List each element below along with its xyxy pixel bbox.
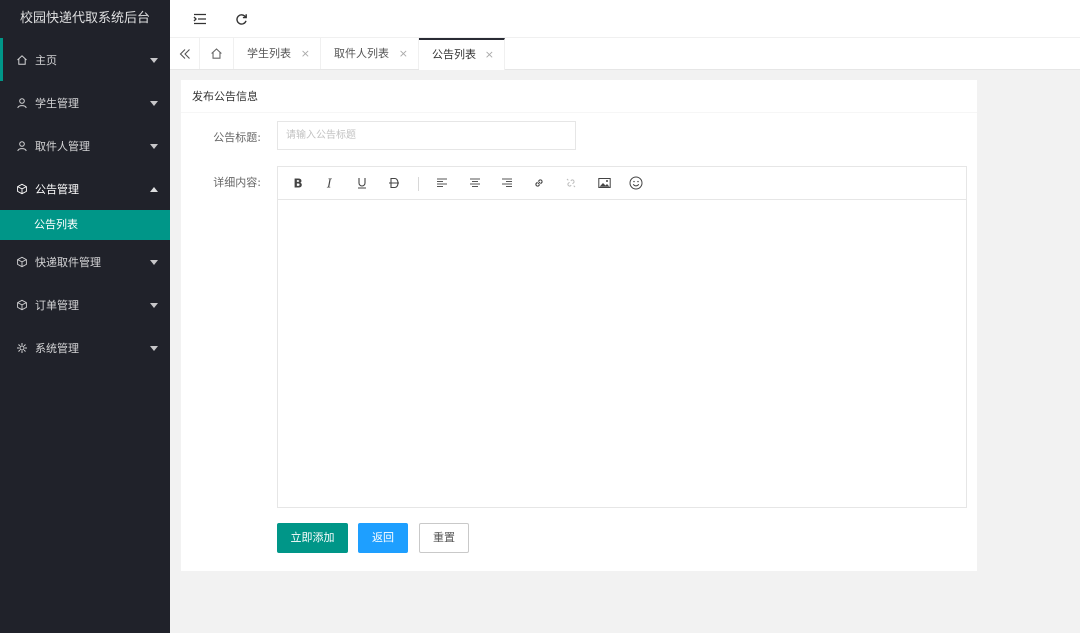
sidebar: 校园快递代取系统后台 主页 学生管理 取件人管理 公告管理 公告列表 快递取件管… [0,0,170,633]
content-label: 详细内容: [213,176,261,189]
rich-text-editor: B I [277,166,967,508]
tabs-scroll-left-icon[interactable] [170,38,200,69]
app-title: 校园快递代取系统后台 [19,11,150,26]
tab-courier-list[interactable]: 取件人列表 × [321,38,419,69]
close-icon[interactable]: × [301,38,310,69]
chevron-down-icon [150,259,158,265]
cube-icon [16,299,28,311]
sidebar-item-system[interactable]: 系统管理 [0,326,170,369]
refresh-icon[interactable] [231,9,251,29]
sidebar-item-label: 学生管理 [35,96,79,110]
chevron-down-icon [150,57,158,63]
chevron-down-icon [150,143,158,149]
emoji-icon[interactable] [628,175,644,191]
chevron-down-icon [150,100,158,106]
sidebar-item-label: 公告管理 [35,182,79,196]
italic-icon[interactable]: I [322,175,338,191]
menu-toggle-icon[interactable] [190,9,210,29]
tab-label: 取件人列表 [334,47,389,60]
tab-label: 公告列表 [432,48,476,61]
tab-home-icon[interactable] [200,38,234,69]
title-label: 公告标题: [213,131,261,144]
editor-toolbar: B I [278,167,966,200]
toolbar-divider [418,177,419,191]
tab-label: 学生列表 [247,47,291,60]
sidebar-item-label: 主页 [35,53,57,67]
sidebar-item-label: 快递取件管理 [35,255,101,269]
sidebar-item-label: 取件人管理 [35,139,90,153]
cube-icon [16,256,28,268]
announcement-title-input[interactable] [277,121,576,150]
reset-button[interactable]: 重置 [419,523,469,553]
panel-title: 发布公告信息 [181,80,977,113]
editor-content-area[interactable] [278,200,966,507]
top-header [170,0,1080,38]
strikethrough-icon[interactable] [386,175,402,191]
tab-bar: 学生列表 × 取件人列表 × 公告列表 × [170,38,1080,70]
sidebar-subitem-announcement-list[interactable]: 公告列表 [0,210,170,240]
svg-text:B: B [294,177,303,189]
chevron-down-icon [150,302,158,308]
underline-icon[interactable] [354,175,370,191]
sidebar-item-couriers[interactable]: 取件人管理 [0,124,170,167]
align-center-icon[interactable] [467,175,483,191]
add-now-button[interactable]: 立即添加 [277,523,348,553]
close-icon[interactable]: × [485,40,494,69]
close-icon[interactable]: × [399,38,408,69]
sidebar-item-label: 系统管理 [35,341,79,355]
sidebar-item-orders[interactable]: 订单管理 [0,283,170,326]
back-button[interactable]: 返回 [358,523,408,553]
chevron-down-icon [150,345,158,351]
cube-icon [16,183,28,195]
tab-student-list[interactable]: 学生列表 × [234,38,321,69]
link-icon[interactable] [531,175,547,191]
bold-icon[interactable]: B [290,175,306,191]
sidebar-item-students[interactable]: 学生管理 [0,81,170,124]
sidebar-item-pickups[interactable]: 快递取件管理 [0,240,170,283]
sidebar-item-home[interactable]: 主页 [0,38,170,81]
home-icon [16,54,28,66]
chevron-up-icon [150,186,158,192]
align-right-icon[interactable] [499,175,515,191]
user-icon [16,140,28,152]
tab-announcement-list[interactable]: 公告列表 × [419,38,505,70]
unlink-icon[interactable] [563,175,579,191]
sidebar-item-announcements[interactable]: 公告管理 [0,167,170,210]
user-icon [16,97,28,109]
svg-text:I: I [326,177,332,189]
announcement-form-panel: 发布公告信息 公告标题: 详细内容: B I [181,80,977,571]
align-left-icon[interactable] [434,175,450,191]
image-icon[interactable] [596,175,612,191]
sidebar-item-label: 订单管理 [35,298,79,312]
gear-icon [16,342,28,354]
